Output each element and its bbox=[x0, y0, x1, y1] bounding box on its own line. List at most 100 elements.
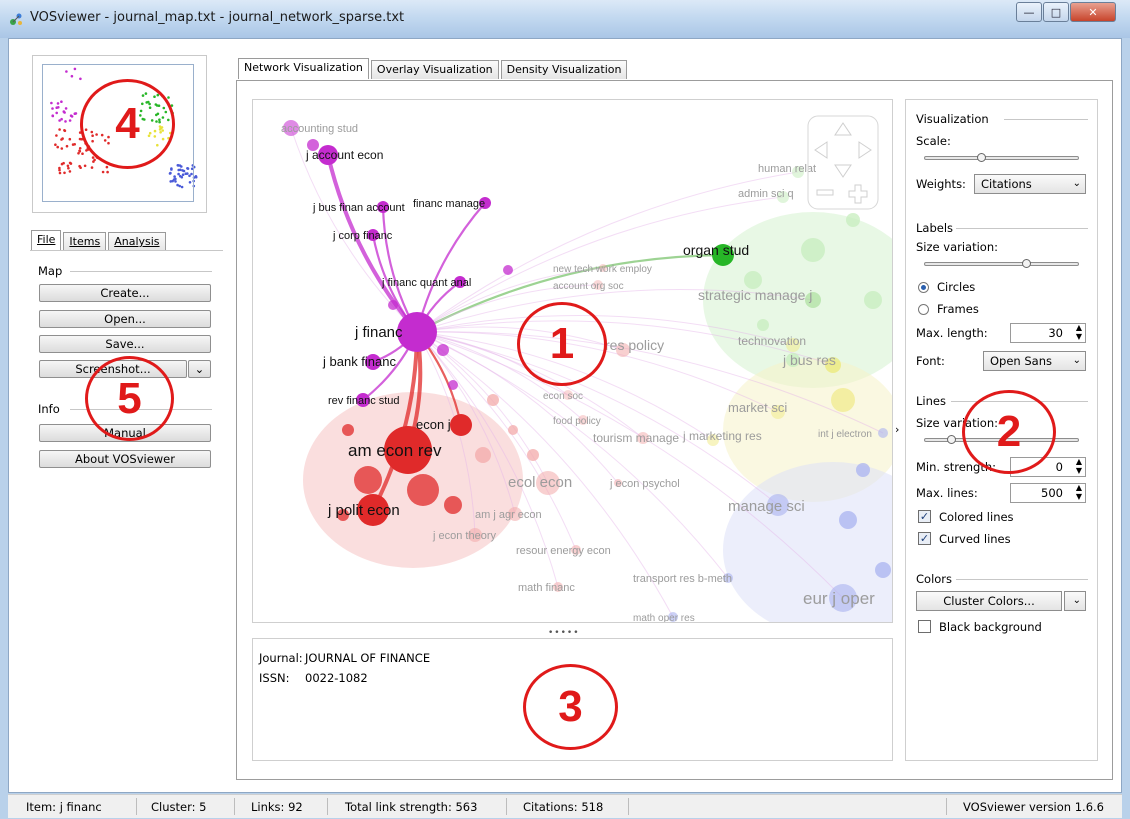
network-node[interactable] bbox=[397, 312, 437, 352]
collapse-arrow-icon[interactable]: › bbox=[895, 423, 899, 436]
network-node-label: int j electron bbox=[818, 429, 872, 440]
network-node[interactable] bbox=[342, 424, 354, 436]
network-node-label: j marketing res bbox=[682, 429, 762, 443]
network-node[interactable] bbox=[846, 213, 860, 227]
network-node-label: rev financ stud bbox=[328, 395, 400, 407]
status-citations: Citations: 518 bbox=[523, 800, 604, 814]
black-background-checkbox[interactable] bbox=[918, 620, 931, 633]
network-node-label: admin sci q bbox=[738, 188, 794, 200]
network-node[interactable] bbox=[856, 463, 870, 477]
navigation-control[interactable] bbox=[807, 115, 879, 210]
network-node[interactable] bbox=[388, 300, 398, 310]
network-node[interactable] bbox=[878, 428, 888, 438]
network-node-label: financ manage bbox=[413, 198, 485, 210]
colored-lines-checkbox[interactable]: ✓ bbox=[918, 510, 931, 523]
font-label: Font: bbox=[916, 354, 945, 368]
network-node[interactable] bbox=[450, 414, 472, 436]
save-button[interactable]: Save... bbox=[39, 335, 211, 353]
splitter-handle[interactable]: ••••• bbox=[548, 628, 580, 638]
network-node[interactable] bbox=[801, 238, 825, 262]
colored-lines-label: Colored lines bbox=[939, 510, 1014, 524]
title-bar: VOSviewer - journal_map.txt - journal_ne… bbox=[0, 0, 1130, 38]
network-node[interactable] bbox=[354, 466, 382, 494]
cluster-colors-dropdown[interactable]: ⌄ bbox=[1064, 591, 1086, 611]
max-length-stepper[interactable]: 30 ▲ ▼ bbox=[1010, 323, 1086, 343]
status-separator bbox=[327, 798, 328, 815]
callout-2: 2 bbox=[962, 390, 1056, 474]
max-length-value: 30 bbox=[1048, 326, 1063, 340]
network-node[interactable] bbox=[437, 344, 449, 356]
tab-network-visualization[interactable]: Network Visualization bbox=[238, 58, 369, 79]
zoom-out-icon[interactable] bbox=[816, 189, 834, 196]
minimize-icon: — bbox=[1023, 5, 1035, 19]
tab-overlay-visualization[interactable]: Overlay Visualization bbox=[370, 60, 499, 79]
line-size-slider-thumb[interactable] bbox=[946, 435, 956, 444]
minimize-button[interactable]: — bbox=[1016, 2, 1042, 22]
network-node[interactable] bbox=[839, 511, 857, 529]
divider bbox=[956, 228, 1088, 229]
network-node[interactable] bbox=[503, 265, 513, 275]
screenshot-dropdown-button[interactable]: ⌄ bbox=[188, 360, 211, 378]
scale-slider-thumb[interactable] bbox=[976, 153, 986, 162]
scale-slider[interactable] bbox=[924, 156, 1079, 160]
stepper-arrows-icon[interactable]: ▲ ▼ bbox=[1076, 323, 1082, 341]
check-icon: ✓ bbox=[919, 510, 930, 523]
issn-row: ISSN: 0022-1082 bbox=[259, 671, 368, 685]
open-button[interactable]: Open... bbox=[39, 310, 211, 328]
close-button[interactable]: ✕ bbox=[1070, 2, 1116, 22]
tab-density-visualization[interactable]: Density Visualization bbox=[500, 60, 628, 79]
status-separator bbox=[628, 798, 629, 815]
label-size-slider[interactable] bbox=[924, 262, 1079, 266]
network-node[interactable] bbox=[831, 388, 855, 412]
labels-size-variation-label: Size variation: bbox=[916, 240, 998, 254]
frames-radio[interactable] bbox=[918, 304, 929, 315]
network-node-label: j bank financ bbox=[322, 354, 396, 369]
pan-right-icon[interactable] bbox=[858, 141, 872, 159]
cluster-colors-button[interactable]: Cluster Colors... bbox=[916, 591, 1062, 611]
circles-radio[interactable] bbox=[918, 282, 929, 293]
network-node-label: ecol econ bbox=[508, 474, 572, 491]
max-lines-stepper[interactable]: 500 ▲ ▼ bbox=[1010, 483, 1086, 503]
network-node[interactable] bbox=[448, 380, 458, 390]
tab-analysis[interactable]: Analysis bbox=[108, 232, 166, 251]
max-lines-value: 500 bbox=[1041, 486, 1063, 500]
pan-left-icon[interactable] bbox=[814, 141, 828, 159]
network-node-label: manage sci bbox=[728, 498, 805, 515]
pan-up-icon[interactable] bbox=[834, 122, 852, 136]
weights-select[interactable]: Citations ⌄ bbox=[974, 174, 1086, 194]
network-node[interactable] bbox=[757, 319, 769, 331]
font-select[interactable]: Open Sans ⌄ bbox=[983, 351, 1086, 371]
curved-lines-checkbox[interactable]: ✓ bbox=[918, 532, 931, 545]
network-node-label: econ soc bbox=[543, 391, 583, 402]
network-node-label: econ j bbox=[416, 417, 451, 432]
network-node[interactable] bbox=[864, 291, 882, 309]
tab-file[interactable]: File bbox=[31, 230, 62, 251]
network-node-label: j econ psychol bbox=[609, 478, 680, 490]
pan-down-icon[interactable] bbox=[834, 164, 852, 178]
stepper-arrows-icon[interactable]: ▲ ▼ bbox=[1076, 457, 1082, 475]
visualization-tab-bar: Network Visualization Overlay Visualizat… bbox=[238, 58, 629, 79]
create-button[interactable]: Create... bbox=[39, 284, 211, 302]
network-node[interactable] bbox=[527, 449, 539, 461]
network-node[interactable] bbox=[875, 562, 891, 578]
status-bar: Item: j financ Cluster: 5 Links: 92 Tota… bbox=[8, 794, 1122, 818]
network-node[interactable] bbox=[475, 447, 491, 463]
about-button[interactable]: About VOSviewer bbox=[39, 450, 211, 468]
divider bbox=[956, 579, 1088, 580]
network-node-label: am j agr econ bbox=[475, 509, 542, 521]
tab-items[interactable]: Items bbox=[63, 232, 107, 251]
status-total-link-strength: Total link strength: 563 bbox=[345, 800, 478, 814]
status-separator bbox=[946, 798, 947, 815]
network-node[interactable] bbox=[407, 474, 439, 506]
zoom-in-icon[interactable] bbox=[848, 184, 868, 204]
network-node[interactable] bbox=[508, 425, 518, 435]
network-node-label: j polit econ bbox=[327, 502, 400, 519]
network-node-label: organ stud bbox=[683, 242, 749, 258]
network-node-label: transport res b-meth bbox=[633, 573, 732, 585]
network-node[interactable] bbox=[444, 496, 462, 514]
maximize-button[interactable]: □ bbox=[1043, 2, 1069, 22]
network-node[interactable] bbox=[487, 394, 499, 406]
callout-4: 4 bbox=[80, 79, 175, 169]
label-size-slider-thumb[interactable] bbox=[1021, 259, 1031, 268]
stepper-arrows-icon[interactable]: ▲ ▼ bbox=[1076, 483, 1082, 501]
